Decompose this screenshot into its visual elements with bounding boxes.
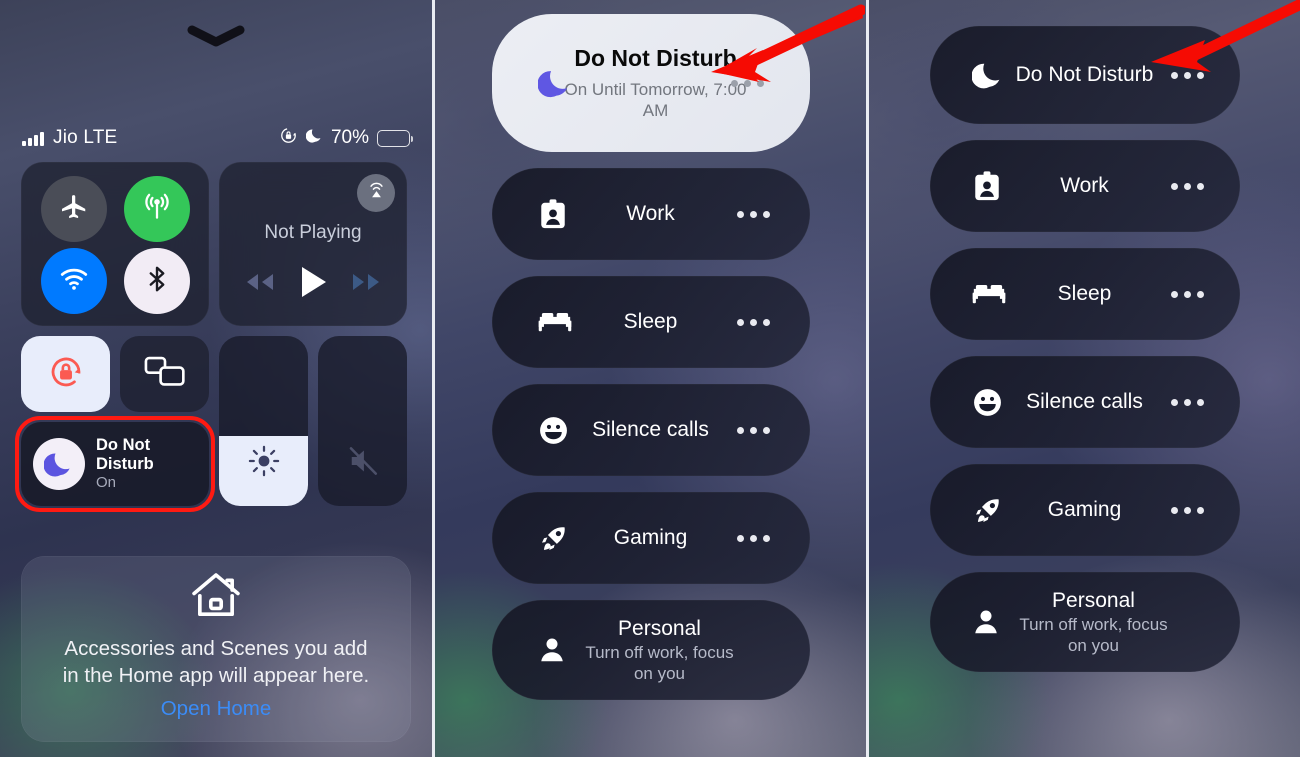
focus-item-name: Do Not Disturb [1015,62,1154,86]
focus-item-personal[interactable]: Personal Turn off work, focus on you [491,600,810,700]
airplay-icon [365,179,388,207]
person-icon [972,607,1000,637]
home-text-line1: Accessories and Scenes you add [64,637,368,660]
bluetooth-icon [142,264,172,299]
more-options-icon[interactable] [730,79,764,87]
dnd-title-line1: Do Not [96,436,151,455]
play-icon[interactable] [298,265,328,304]
rewind-icon[interactable] [242,271,276,298]
rotation-lock-tile[interactable] [21,336,110,412]
focus-item-name: Gaming [1047,498,1122,521]
smiley-icon [972,387,1003,418]
focus-item-gaming[interactable]: Gaming [491,492,810,584]
focus-item-gaming[interactable]: Gaming [929,464,1240,556]
more-options-icon[interactable] [1170,71,1204,79]
screen-mirroring-icon [143,354,187,395]
fast-forward-icon[interactable] [350,271,384,298]
more-options-icon[interactable] [1170,182,1204,190]
id-badge-icon [972,170,1002,202]
do-not-disturb-tile[interactable]: Do Not Disturb On [15,416,215,512]
focus-item-name: Do Not Disturb [574,45,737,72]
airplay-button[interactable] [357,174,395,212]
focus-item-name: Silence calls [1026,390,1143,413]
moon-icon [305,127,323,149]
focus-item-name: Gaming [613,526,688,549]
screenshot-triptych: Jio LTE 70% Not Playing Do Not Disturb O… [0,0,1300,757]
focus-item-silence-calls[interactable]: Silence calls [929,356,1240,448]
focus-item-sub: Turn off work, focus on you [1019,614,1168,655]
signal-bars-icon [22,131,44,146]
focus-item-sleep[interactable]: Sleep [491,276,810,368]
focus-item-personal[interactable]: Personal Turn off work, focus on you [929,572,1240,672]
focus-item-sub: On Until Tomorrow, 7:00 AM [564,79,747,121]
chevron-down-icon[interactable] [0,24,432,48]
more-options-icon[interactable] [1170,398,1204,406]
bed-icon [972,281,1006,307]
moon-icon [33,438,85,490]
media-title: Not Playing [264,222,362,243]
focus-item-work[interactable]: Work [491,168,810,260]
focus-item-work[interactable]: Work [929,140,1240,232]
focus-item-name: Personal [618,616,701,640]
cellular-data-button[interactable] [123,176,190,242]
bed-icon [538,309,572,335]
focus-list-panel-active: Do Not Disturb On Until Tomorrow, 7:00 A… [435,0,866,757]
focus-item-sub: Turn off work, focus on you [585,642,734,683]
connectivity-card [21,162,209,326]
focus-item-silence-calls[interactable]: Silence calls [491,384,810,476]
dnd-title-line2: Disturb [96,454,154,473]
home-icon [189,570,243,625]
more-options-icon[interactable] [736,426,770,434]
cellular-icon [141,191,173,228]
more-options-icon[interactable] [1170,290,1204,298]
battery-icon [377,129,413,147]
open-home-link[interactable]: Open Home [161,697,272,721]
person-icon [538,635,566,665]
id-badge-icon [538,198,568,230]
brightness-slider[interactable] [219,336,308,506]
airplane-mode-button[interactable] [40,176,107,242]
focus-item-name: Sleep [623,310,678,333]
home-accessories-card: Accessories and Scenes you add in the Ho… [21,556,411,742]
focus-item-name: Personal [1052,588,1135,612]
battery-percent-label: 70% [330,127,369,148]
screen-mirroring-tile[interactable] [120,336,209,412]
more-options-icon[interactable] [1170,506,1204,514]
dnd-status: On [96,474,117,492]
volume-mute-icon [345,443,381,484]
bluetooth-button[interactable] [123,248,190,314]
focus-item-name: Work [1060,174,1109,197]
focus-list: Do Not Disturb On Until Tomorrow, 7:00 A… [435,0,866,716]
wifi-button[interactable] [40,248,107,314]
rotation-lock-icon [279,126,298,150]
moon-icon [537,66,572,100]
focus-item-name: Sleep [1057,282,1112,305]
control-center-grid: Not Playing Do Not Disturb On [15,162,411,512]
home-text-line2: in the Home app will appear here. [62,664,370,688]
carrier-label: Jio LTE [53,127,118,148]
wifi-icon [58,263,90,300]
moon-icon [971,59,1004,91]
status-bar: Jio LTE 70% [0,118,432,158]
rocket-icon [972,495,1003,526]
focus-list: Do Not Disturb Work Sleep Silence calls … [869,0,1300,688]
focus-item-name: Work [626,202,675,225]
smiley-icon [538,415,569,446]
volume-slider[interactable] [318,336,407,506]
more-options-icon[interactable] [736,534,770,542]
media-playback-card: Not Playing [219,162,407,326]
rocket-icon [538,523,569,554]
focus-item-do-not-disturb[interactable]: Do Not Disturb On Until Tomorrow, 7:00 A… [491,14,810,152]
focus-item-do-not-disturb[interactable]: Do Not Disturb [929,26,1240,124]
airplane-icon [59,192,89,227]
focus-item-sleep[interactable]: Sleep [929,248,1240,340]
focus-item-name: Silence calls [592,418,709,441]
focus-list-panel-inactive: Do Not Disturb Work Sleep Silence calls … [869,0,1300,757]
brightness-icon [246,443,282,484]
more-options-icon[interactable] [736,210,770,218]
more-options-icon[interactable] [736,318,770,326]
control-center-panel: Jio LTE 70% Not Playing Do Not Disturb O… [0,0,432,757]
rotation-lock-icon [45,351,87,398]
